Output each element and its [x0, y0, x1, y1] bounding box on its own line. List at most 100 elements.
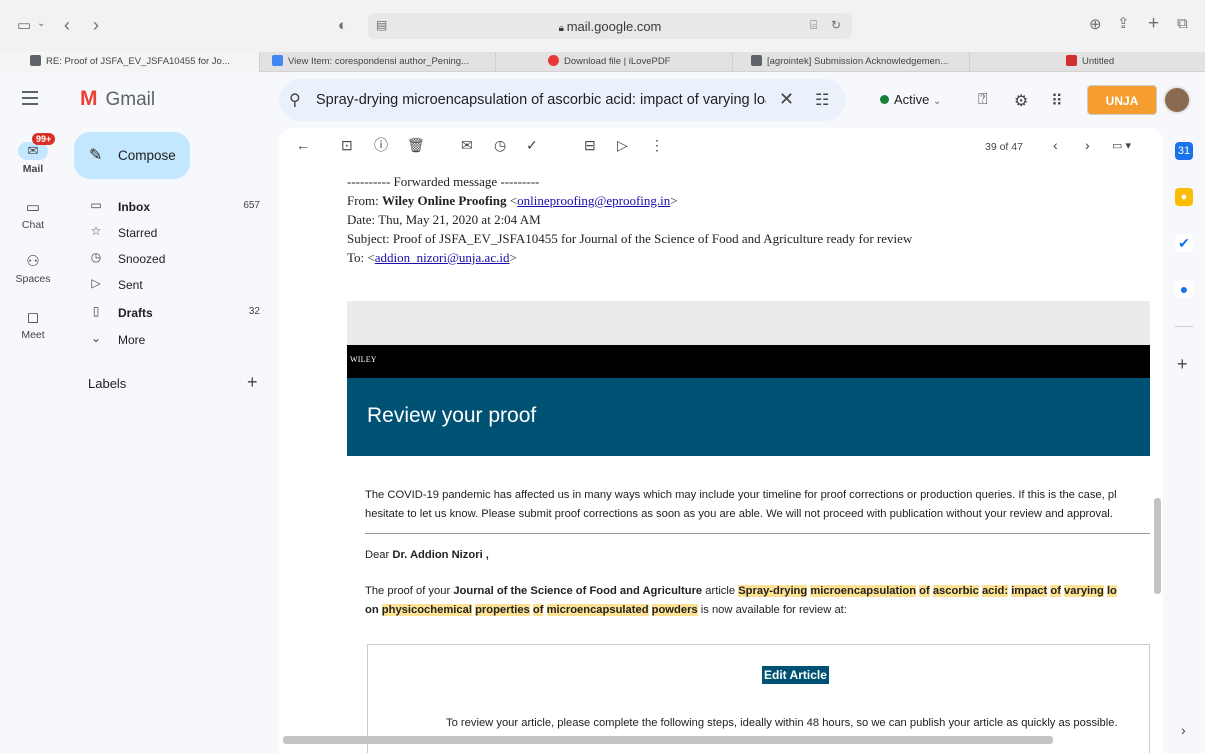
older-chevron-icon[interactable]: › — [1085, 138, 1090, 152]
search-options-icon[interactable]: ☷ — [815, 90, 829, 110]
clear-search-icon[interactable]: ✕ — [779, 89, 794, 110]
add-label-icon[interactable]: + — [247, 372, 258, 393]
delete-icon[interactable]: 🗑︎ — [407, 138, 425, 152]
star-icon: ☆ — [90, 224, 102, 238]
rail-meet[interactable]: ◻ Meet — [0, 308, 66, 341]
tasks-icon[interactable]: ✔ — [1175, 234, 1193, 252]
sidebar-toggle-icon[interactable]: ▭ — [17, 18, 31, 33]
highlighted-title-word: of — [919, 585, 930, 597]
tab-overview-icon[interactable]: ⧉ — [1177, 16, 1188, 31]
date-line: Date: Thu, May 21, 2020 at 2:04 AM — [347, 212, 541, 227]
highlighted-title-word: powders — [651, 604, 698, 616]
back-icon[interactable]: ‹ — [64, 16, 70, 34]
back-arrow-icon[interactable]: ← — [296, 138, 310, 152]
meet-video-icon: ◻ — [26, 309, 40, 326]
nav-starred-label: Starred — [118, 226, 158, 240]
label-icon[interactable]: ▷ — [617, 138, 628, 152]
nav-snoozed[interactable]: ◷ Snoozed — [88, 248, 268, 270]
browser-toolbar: ▭ ⌄ ‹ › ◐ ▤ 🔒︎ mail.google.com ⌸ ↻ ⊕ ⇪ +… — [0, 0, 1205, 52]
main-menu-icon[interactable] — [22, 91, 38, 109]
rail-spaces[interactable]: ⚇ Spaces — [0, 252, 66, 285]
rail-spaces-label: Spaces — [15, 273, 51, 285]
tab-untitled[interactable]: Untitled — [970, 52, 1205, 72]
untitled-favicon-icon — [1066, 55, 1077, 66]
report-spam-icon[interactable]: ⓘ — [374, 138, 388, 152]
divider — [365, 533, 1150, 534]
chat-icon: ▭ — [25, 199, 41, 216]
calendar-icon[interactable]: 31 — [1175, 142, 1193, 160]
rail-mail-label: Mail — [22, 163, 44, 175]
highlighted-title-word: properties — [475, 604, 530, 616]
horizontal-scrollbar[interactable] — [283, 736, 1053, 744]
pencil-icon: ✎ — [89, 147, 103, 164]
search-icon[interactable]: ⚲ — [289, 90, 301, 110]
compose-button[interactable]: ✎ Compose — [74, 132, 190, 179]
tab-view-item[interactable]: View Item: corespondensi author_Pening..… — [260, 52, 496, 72]
edit-article-button[interactable]: Edit Article — [762, 666, 829, 684]
status-selector[interactable]: Active ⌄ — [872, 82, 958, 118]
nav-sent[interactable]: ▷ Sent — [88, 274, 268, 296]
new-tab-icon[interactable]: + — [1148, 14, 1159, 33]
side-divider — [1175, 326, 1193, 327]
help-icon[interactable]: ⍰ — [978, 91, 988, 109]
highlighted-title-word: of — [532, 604, 544, 616]
sender-email-link[interactable]: onlineproofing@eproofing.in — [517, 193, 670, 208]
settings-gear-icon[interactable]: ⚙ — [1014, 91, 1028, 111]
address-bar[interactable]: ▤ 🔒︎ mail.google.com ⌸ ↻ — [368, 13, 852, 39]
add-addon-icon[interactable]: + — [1177, 354, 1188, 375]
tab-ilovepdf[interactable]: Download file | iLovePDF — [496, 52, 733, 72]
clock-icon: ◷ — [90, 250, 102, 264]
tab-proof-email[interactable]: RE: Proof of JSFA_EV_JSFA10455 for Jo... — [0, 52, 260, 72]
nav-snoozed-label: Snoozed — [118, 252, 166, 266]
active-status-dot — [880, 95, 889, 104]
mark-unread-icon[interactable]: ✉ — [461, 138, 473, 152]
rail-chat[interactable]: ▭ Chat — [0, 198, 66, 231]
newer-chevron-icon[interactable]: ‹ — [1053, 138, 1058, 152]
nav-drafts[interactable]: ▯ Drafts 32 — [88, 302, 268, 324]
input-tools-icon[interactable]: ▭ ▾ — [1112, 141, 1131, 152]
account-avatar[interactable] — [1163, 86, 1191, 114]
keep-icon[interactable]: ● — [1175, 188, 1193, 206]
search-input[interactable]: Spray-drying microencapsulation of ascor… — [316, 92, 766, 108]
archive-icon[interactable]: ⊡ — [341, 138, 353, 152]
message-toolbar: ← ⊡ ⓘ 🗑︎ ✉ ◷ ✓ ⊟ ▷ ⋮ 39 of 47 ‹ › ▭ ▾ — [279, 128, 1163, 166]
move-to-icon[interactable]: ⊟ — [584, 138, 596, 152]
forward-icon[interactable]: › — [93, 16, 99, 34]
tab-agrointek[interactable]: [agrointek] Submission Acknowledgemen... — [733, 52, 970, 72]
vertical-scrollbar[interactable] — [1154, 498, 1161, 594]
contacts-icon[interactable]: ● — [1175, 280, 1193, 298]
highlighted-title-word: of — [1050, 585, 1061, 597]
organization-logo[interactable]: UNJA — [1087, 85, 1157, 115]
chevron-down-icon[interactable]: ⌄ — [37, 19, 45, 29]
drafts-count: 32 — [248, 306, 260, 317]
apps-grid-icon[interactable]: ⠿ — [1051, 91, 1063, 111]
snooze-icon[interactable]: ◷ — [494, 138, 506, 152]
nav-starred[interactable]: ☆ Starred — [88, 222, 268, 244]
reload-icon[interactable]: ↻ — [831, 19, 841, 31]
status-label: Active ⌄ — [894, 92, 942, 107]
highlighted-title-word: microencapsulated — [546, 604, 649, 616]
show-side-panel-chevron-icon[interactable]: › — [1181, 722, 1186, 738]
nav-more[interactable]: ⌄ More — [88, 329, 268, 351]
message-counter: 39 of 47 — [985, 141, 1023, 153]
nav-inbox[interactable]: ▭ Inbox 657 — [88, 196, 268, 218]
gmail-logo[interactable]: M Gmail — [80, 87, 155, 111]
add-task-icon[interactable]: ✓ — [526, 138, 538, 152]
tab-bar: RE: Proof of JSFA_EV_JSFA10455 for Jo...… — [0, 52, 1205, 72]
sender-name: Wiley Online Proofing — [382, 193, 507, 208]
translate-icon[interactable]: ⌸ — [810, 19, 817, 31]
search-bar[interactable]: ⚲ Spray-drying microencapsulation of asc… — [279, 79, 846, 121]
privacy-shield-icon[interactable]: ◐ — [338, 18, 347, 33]
rail-mail[interactable]: ✉ 99+ Mail — [0, 133, 66, 175]
send-icon: ▷ — [91, 276, 101, 290]
recipient-email-link[interactable]: addion_nizori@unja.ac.id — [375, 250, 510, 265]
share-icon[interactable]: ⇪ — [1117, 16, 1130, 31]
download-icon[interactable]: ⊕ — [1089, 17, 1102, 32]
chevron-down-icon: ⌄ — [90, 331, 102, 345]
app-rail: ✉ 99+ Mail ▭ Chat ⚇ Spaces ◻ Meet — [0, 128, 66, 753]
highlighted-title-word: ascorbic — [932, 585, 979, 597]
more-options-icon[interactable]: ⋮ — [650, 138, 664, 152]
forward-divider-text: ---------- Forwarded message --------- — [347, 174, 540, 189]
gmail-m-icon: M — [80, 87, 98, 110]
rail-chat-label: Chat — [21, 219, 45, 231]
